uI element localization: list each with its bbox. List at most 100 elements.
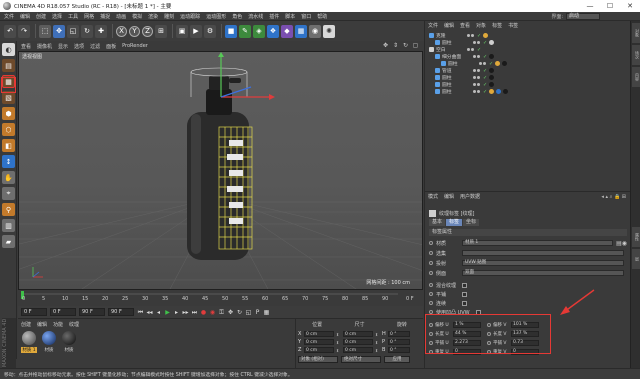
enabled-check-icon[interactable]: ✓: [483, 75, 487, 81]
move-icon[interactable]: ✥: [53, 24, 65, 38]
object-row[interactable]: 空白 ✓: [429, 46, 630, 53]
visibility-dot[interactable]: [473, 69, 476, 72]
prev-key-icon[interactable]: ◂◂: [146, 309, 153, 316]
menu-snap[interactable]: 捕捉: [100, 13, 110, 20]
close-button[interactable]: ✕: [620, 0, 640, 12]
material-link-field[interactable]: 材质 1: [462, 240, 614, 246]
size-y-field[interactable]: 0 cm: [343, 339, 373, 345]
menu-create[interactable]: 创建: [36, 13, 46, 20]
next-frame-icon[interactable]: ▸: [173, 309, 180, 316]
selection-field[interactable]: [462, 250, 624, 256]
attribute-menu-edit[interactable]: 编辑: [444, 193, 454, 200]
tile-checkbox[interactable]: [462, 291, 467, 297]
object-name[interactable]: 圆柱: [442, 81, 472, 88]
polygons-mode-icon[interactable]: ◧: [2, 139, 15, 152]
object-name[interactable]: 管道: [442, 67, 472, 74]
visibility-dot[interactable]: [473, 90, 476, 93]
animate-radio-icon[interactable]: [429, 251, 433, 255]
menu-edit[interactable]: 编辑: [20, 13, 30, 20]
viewport-menu-camera[interactable]: 摄像机: [37, 43, 52, 50]
live-select-icon[interactable]: ⬚: [39, 24, 51, 38]
back-arrow-icon[interactable]: ◂: [601, 194, 604, 200]
viewport-menu-prorender[interactable]: ProRender: [122, 43, 148, 49]
object-row[interactable]: 圆柱 ✓: [429, 81, 630, 88]
material-menu-edit[interactable]: 编辑: [37, 321, 47, 328]
object-menu-tags[interactable]: 标签: [492, 22, 502, 29]
material-menu-function[interactable]: 功能: [53, 321, 63, 328]
visibility-dot[interactable]: [467, 48, 470, 51]
visibility-dot[interactable]: [471, 34, 474, 37]
material-swatch[interactable]: 材质: [41, 331, 57, 353]
viewport-menu-panel[interactable]: 面板: [106, 43, 116, 50]
maximize-view-icon[interactable]: ▢: [412, 42, 419, 49]
object-name[interactable]: 圆柱: [442, 74, 472, 81]
viewport-menu-view[interactable]: 查看: [21, 43, 31, 50]
object-row[interactable]: 圆柱 ✓: [429, 39, 630, 46]
rotation-p-field[interactable]: 0 °: [388, 339, 410, 345]
menu-file[interactable]: 文件: [4, 13, 14, 20]
light-icon[interactable]: ✺: [323, 24, 335, 38]
attribute-menu-userdata[interactable]: 用户数据: [460, 193, 480, 200]
size-z-field[interactable]: 0 cm: [343, 347, 373, 353]
up-arrow-icon[interactable]: ▴: [605, 194, 608, 200]
snap-icon[interactable]: ⌖: [2, 187, 15, 200]
object-row[interactable]: 管道 ✓: [429, 67, 630, 74]
visibility-dot[interactable]: [473, 55, 476, 58]
prev-frame-icon[interactable]: ◂: [155, 309, 162, 316]
tag-icon[interactable]: [489, 75, 495, 80]
menu-plugins[interactable]: 插件: [269, 13, 279, 20]
current-frame-field[interactable]: 0 F: [21, 308, 47, 316]
tweak-icon[interactable]: ✋: [2, 171, 15, 184]
menu-sculpt[interactable]: 雕刻: [164, 13, 174, 20]
menu-mograph[interactable]: 运动图形: [206, 13, 226, 20]
x-axis-icon[interactable]: X: [116, 25, 127, 37]
tag-icon[interactable]: [502, 61, 508, 66]
tag-icon[interactable]: [483, 33, 489, 38]
spinner-icon[interactable]: ⬍: [375, 332, 379, 337]
animate-radio-icon[interactable]: [429, 283, 433, 287]
enabled-check-icon[interactable]: ✓: [483, 89, 487, 95]
perspective-viewport[interactable]: 透视视图 网格间距 : 100 cm: [18, 51, 423, 290]
animate-radio-icon[interactable]: [429, 292, 433, 296]
render-settings-icon[interactable]: ⚙: [204, 24, 216, 38]
object-row[interactable]: 圆柱 ✓: [429, 74, 630, 81]
visibility-dot[interactable]: [467, 34, 470, 37]
link-menu-icon[interactable]: ▤◉: [616, 240, 627, 247]
animate-radio-icon[interactable]: [429, 261, 433, 265]
undo-icon[interactable]: ↶: [4, 24, 16, 38]
next-key-icon[interactable]: ▸▸: [182, 309, 189, 316]
goto-start-icon[interactable]: ⏮: [137, 309, 144, 316]
position-y-field[interactable]: 0 cm: [304, 339, 334, 345]
z-axis-icon[interactable]: Z: [142, 25, 153, 37]
tab-basic[interactable]: 基本: [429, 219, 446, 226]
visibility-dot[interactable]: [477, 69, 480, 72]
coord-mode-select[interactable]: 对象 (相对): [298, 356, 338, 363]
apply-button[interactable]: 应用: [384, 356, 410, 363]
redo-icon[interactable]: ↷: [18, 24, 30, 38]
render-view-icon[interactable]: ▣: [176, 24, 188, 38]
keyframe-selection-icon[interactable]: ⚿: [218, 309, 225, 316]
lock-workplane-icon[interactable]: ⚲: [2, 203, 15, 216]
visibility-dot[interactable]: [473, 76, 476, 79]
menu-animate[interactable]: 动画: [116, 13, 126, 20]
start-frame-field[interactable]: 0 F: [50, 308, 76, 316]
autokey-icon[interactable]: ◉: [209, 309, 216, 316]
spinner-icon[interactable]: ⬍: [336, 340, 340, 345]
animate-radio-icon[interactable]: [429, 271, 433, 275]
rotation-key-icon[interactable]: ↻: [236, 309, 243, 316]
timeline[interactable]: 0 5 10 15 20 25 30 35 40 45 50 55 60 65 …: [18, 290, 423, 306]
position-x-field[interactable]: 0 cm: [304, 331, 334, 337]
attribute-menu-mode[interactable]: 模式: [428, 193, 438, 200]
mix-textures-checkbox[interactable]: [462, 282, 467, 288]
side-select[interactable]: 双面: [462, 270, 624, 276]
position-z-field[interactable]: 0 cm: [304, 347, 334, 353]
make-editable-icon[interactable]: ◐: [2, 43, 15, 56]
max-frame-field[interactable]: 90 F: [108, 308, 134, 316]
size-x-field[interactable]: 0 cm: [343, 331, 373, 337]
side-tab[interactable]: 内容: [632, 67, 640, 87]
spinner-icon[interactable]: ⬍: [336, 348, 340, 353]
menu-character[interactable]: 角色: [232, 13, 242, 20]
object-menu-objects[interactable]: 对象: [476, 22, 486, 29]
model-mode-icon[interactable]: ▤: [2, 59, 15, 72]
object-row[interactable]: 克隆 ✓: [429, 32, 630, 39]
